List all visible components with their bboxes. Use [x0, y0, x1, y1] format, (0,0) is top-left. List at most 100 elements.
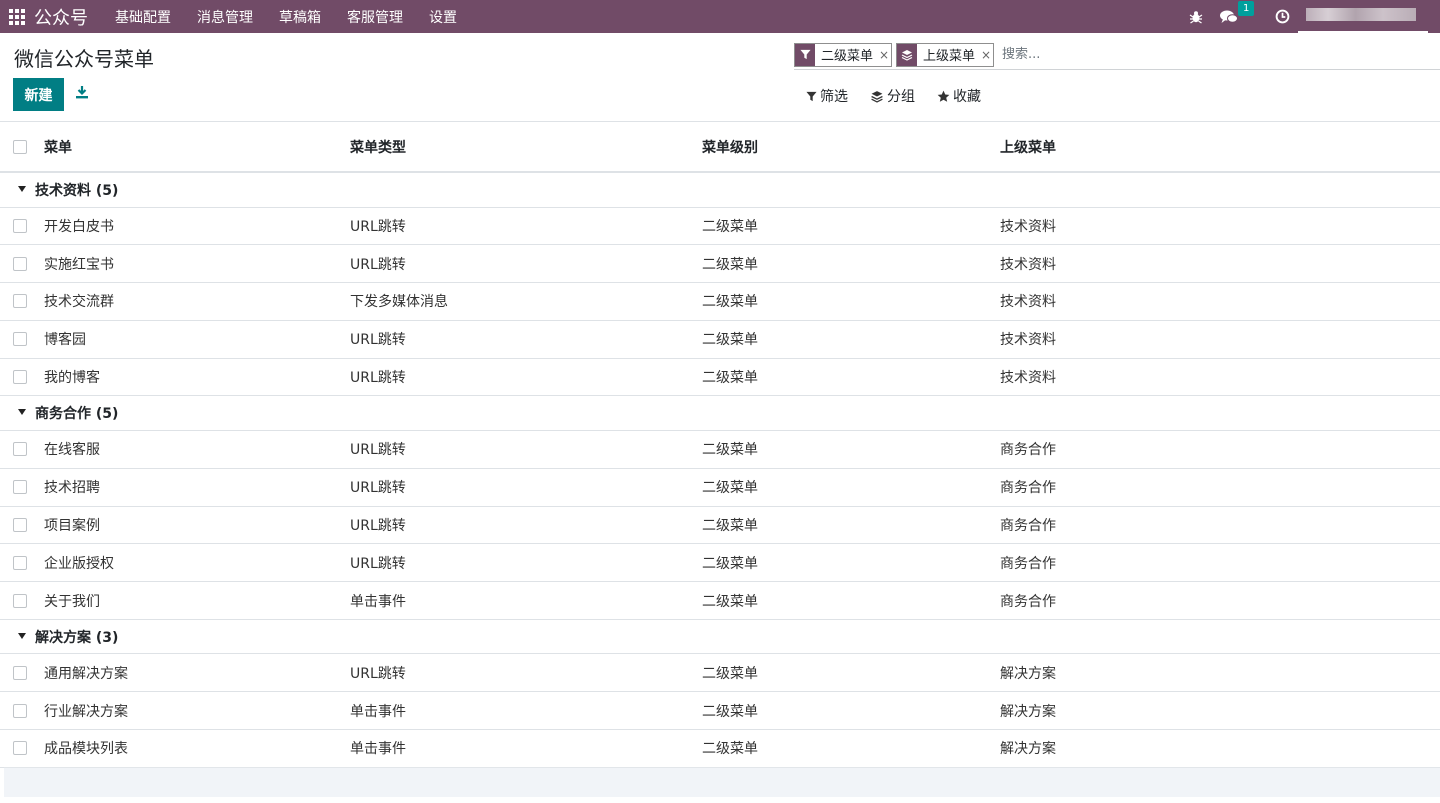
- header-menu[interactable]: 菜单: [44, 137, 72, 157]
- chat-icon[interactable]: 1: [1210, 0, 1262, 33]
- row-checkbox[interactable]: [13, 256, 27, 271]
- row-checkbox[interactable]: [13, 593, 27, 608]
- facet-groupby-remove-icon[interactable]: ×: [979, 44, 993, 66]
- table-header: 菜单 菜单类型 菜单级别 上级菜单: [0, 121, 1440, 173]
- cell-parent: 技术资料: [1000, 218, 1056, 235]
- app-brand[interactable]: 公众号: [34, 4, 88, 30]
- new-button[interactable]: 新建: [13, 78, 64, 111]
- cell-parent: 商务合作: [1000, 480, 1056, 497]
- header-menu-level[interactable]: 菜单级别: [702, 137, 758, 157]
- cell-level: 二级菜单: [702, 741, 758, 758]
- group-row[interactable]: 技术资料 (5): [0, 173, 1440, 208]
- chat-count-badge: 1: [1238, 1, 1255, 16]
- search-bar: 二级菜单 × 上级菜单 ×: [794, 40, 1440, 70]
- row-checkbox[interactable]: [13, 480, 27, 495]
- row-checkbox[interactable]: [13, 517, 27, 532]
- cell-level: 二级菜单: [702, 332, 758, 349]
- group-title: 解决方案 (3): [35, 629, 119, 646]
- nav-menu-customer-service[interactable]: 客服管理: [347, 7, 403, 27]
- nav-menu-basic-config[interactable]: 基础配置: [115, 7, 171, 27]
- row-checkbox[interactable]: [13, 332, 27, 347]
- facet-groupby-label: 上级菜单: [923, 49, 976, 64]
- table-row[interactable]: 在线客服 URL跳转 二级菜单 商务合作: [0, 431, 1440, 469]
- group-row[interactable]: 商务合作 (5): [0, 396, 1440, 431]
- nav-menu-message[interactable]: 消息管理: [197, 7, 253, 27]
- cell-menu: 关于我们: [44, 593, 100, 610]
- table-row[interactable]: 通用解决方案 URL跳转 二级菜单 解决方案: [0, 654, 1440, 693]
- table-row[interactable]: 博客园 URL跳转 二级菜单 技术资料: [0, 321, 1440, 359]
- group-title: 商务合作 (5): [35, 406, 119, 423]
- cell-type: 下发多媒体消息: [350, 294, 448, 311]
- caret-down-icon: [18, 185, 26, 192]
- download-icon[interactable]: [74, 84, 92, 102]
- layers-icon: [897, 43, 918, 66]
- row-checkbox[interactable]: [13, 294, 27, 309]
- cell-level: 二级菜单: [702, 294, 758, 311]
- cell-parent: 技术资料: [1000, 294, 1056, 311]
- cell-menu: 企业版授权: [44, 555, 114, 572]
- cell-menu: 我的博客: [44, 370, 100, 387]
- header-parent-menu[interactable]: 上级菜单: [1000, 137, 1056, 157]
- row-checkbox[interactable]: [13, 555, 27, 570]
- table-row[interactable]: 我的博客 URL跳转 二级菜单 技术资料: [0, 359, 1440, 397]
- row-checkbox[interactable]: [13, 665, 27, 680]
- facet-groupby: 上级菜单 ×: [896, 42, 995, 67]
- row-checkbox[interactable]: [13, 370, 27, 385]
- nav-menu-settings[interactable]: 设置: [429, 7, 457, 27]
- cell-level: 二级菜单: [702, 703, 758, 720]
- cell-parent: 解决方案: [1000, 703, 1056, 720]
- search-panel-buttons: 筛选 分组 收藏: [806, 86, 1003, 106]
- row-checkbox[interactable]: [13, 703, 27, 718]
- cell-parent: 商务合作: [1000, 517, 1056, 534]
- facet-filter-label: 二级菜单: [821, 49, 874, 64]
- row-checkbox[interactable]: [13, 442, 27, 457]
- filter-icon: [795, 43, 815, 66]
- table-row[interactable]: 技术招聘 URL跳转 二级菜单 商务合作: [0, 469, 1440, 507]
- row-checkbox[interactable]: [13, 218, 27, 233]
- groupby-dropdown-button[interactable]: 分组: [870, 86, 915, 106]
- search-input[interactable]: [998, 42, 1299, 67]
- table-row[interactable]: 技术交流群 下发多媒体消息 二级菜单 技术资料: [0, 283, 1440, 321]
- table-row[interactable]: 企业版授权 URL跳转 二级菜单 商务合作: [0, 544, 1440, 583]
- table-row[interactable]: 项目案例 URL跳转 二级菜单 商务合作: [0, 507, 1440, 545]
- table-row[interactable]: 实施红宝书 URL跳转 二级菜单 技术资料: [0, 245, 1440, 284]
- cell-parent: 技术资料: [1000, 370, 1056, 387]
- table-row[interactable]: 行业解决方案 单击事件 二级菜单 解决方案: [0, 692, 1440, 731]
- cell-parent: 解决方案: [1000, 665, 1056, 682]
- cell-menu: 通用解决方案: [44, 665, 128, 682]
- apps-menu-icon[interactable]: [0, 0, 34, 33]
- table-row[interactable]: 开发白皮书 URL跳转 二级菜单 技术资料: [0, 208, 1440, 246]
- cell-parent: 商务合作: [1000, 442, 1056, 459]
- list-footer: [4, 767, 1440, 797]
- filter-icon: [806, 91, 817, 101]
- cell-menu: 技术招聘: [44, 480, 100, 497]
- cell-level: 二级菜单: [702, 555, 758, 572]
- cell-menu: 项目案例: [44, 517, 100, 534]
- cell-type: URL跳转: [350, 517, 406, 534]
- cell-parent: 技术资料: [1000, 256, 1056, 273]
- favorite-dropdown-button[interactable]: 收藏: [937, 86, 981, 106]
- clock-icon[interactable]: [1262, 0, 1302, 33]
- table-row[interactable]: 成品模块列表 单击事件 二级菜单 解决方案: [0, 730, 1440, 768]
- facet-filter-remove-icon[interactable]: ×: [877, 44, 891, 66]
- star-icon: [937, 90, 950, 102]
- cell-parent: 技术资料: [1000, 332, 1056, 349]
- nav-menu-drafts[interactable]: 草稿箱: [279, 7, 321, 27]
- cell-menu: 博客园: [44, 332, 86, 349]
- cell-menu: 行业解决方案: [44, 703, 128, 720]
- table-row[interactable]: 关于我们 单击事件 二级菜单 商务合作: [0, 582, 1440, 620]
- cell-menu: 开发白皮书: [44, 218, 114, 235]
- group-title: 技术资料 (5): [35, 182, 119, 199]
- select-all-checkbox[interactable]: [13, 139, 27, 154]
- cell-level: 二级菜单: [702, 256, 758, 273]
- group-row[interactable]: 解决方案 (3): [0, 620, 1440, 655]
- cell-level: 二级菜单: [702, 517, 758, 534]
- user-name-redacted: [1306, 8, 1416, 21]
- facet-filter: 二级菜单 ×: [794, 42, 893, 67]
- header-menu-type[interactable]: 菜单类型: [350, 137, 406, 157]
- row-checkbox[interactable]: [13, 741, 27, 756]
- bug-icon[interactable]: [1182, 0, 1210, 33]
- filter-dropdown-button[interactable]: 筛选: [806, 86, 848, 106]
- user-menu[interactable]: [1298, 0, 1432, 37]
- favorite-button-label: 收藏: [953, 89, 981, 105]
